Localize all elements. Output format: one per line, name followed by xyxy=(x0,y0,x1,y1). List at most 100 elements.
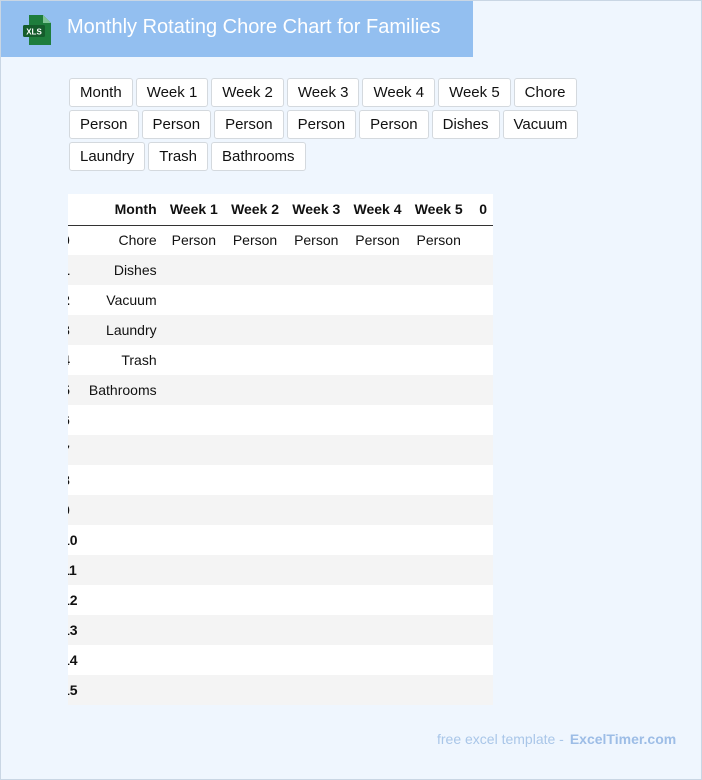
table-row: 4Trash xyxy=(68,345,493,375)
column-header: Week 1 xyxy=(162,194,224,226)
table-cell xyxy=(285,675,347,705)
row-label-cell xyxy=(79,435,163,465)
column-chip[interactable]: Person xyxy=(69,110,139,139)
table-cell xyxy=(346,375,408,405)
row-index: 3 xyxy=(68,315,80,345)
table-cell xyxy=(162,615,224,645)
column-header: Week 3 xyxy=(285,194,347,226)
index-header-cell xyxy=(68,194,80,226)
column-chip[interactable]: Week 5 xyxy=(438,78,511,107)
row-index: 15 xyxy=(68,675,80,705)
table-cell xyxy=(285,315,347,345)
table-cell xyxy=(223,675,286,705)
table-cell xyxy=(468,345,493,375)
table-cell xyxy=(407,495,469,525)
table-cell xyxy=(407,585,469,615)
table-cell xyxy=(407,525,469,555)
row-label-cell xyxy=(79,465,163,495)
column-chip[interactable]: Person xyxy=(214,110,284,139)
table-row: 9 xyxy=(68,495,493,525)
table-cell xyxy=(285,465,347,495)
row-label-cell: Chore xyxy=(79,225,163,255)
table-cell xyxy=(223,315,286,345)
row-index: 7 xyxy=(68,435,80,465)
xls-file-icon: XLS xyxy=(23,15,51,45)
table-cell xyxy=(162,555,224,585)
column-chip[interactable]: Week 4 xyxy=(362,78,436,107)
row-index: 1 xyxy=(68,255,80,285)
table-cell xyxy=(223,405,286,435)
row-index: 13 xyxy=(68,615,80,645)
row-label-cell: Vacuum xyxy=(79,285,163,315)
table-cell xyxy=(223,345,286,375)
table-cell xyxy=(346,465,408,495)
table-cell xyxy=(285,645,347,675)
column-chip-list: Month Week 1 Week 2 Week 3 Week 4 Week 5 Chore… xyxy=(69,78,649,171)
table-cell xyxy=(162,315,224,345)
table-cell xyxy=(285,495,347,525)
table-cell xyxy=(407,375,469,405)
column-chip[interactable]: Person xyxy=(286,110,357,139)
column-header: Month xyxy=(79,194,163,226)
table-cell xyxy=(346,645,408,675)
table-cell xyxy=(223,525,286,555)
table-cell xyxy=(346,435,408,465)
row-label-cell xyxy=(79,525,163,555)
table-cell xyxy=(285,255,347,285)
row-index: 6 xyxy=(68,405,80,435)
table-cell xyxy=(285,285,347,315)
column-header: Week 2 xyxy=(223,194,286,226)
table-row: 15 xyxy=(68,675,493,705)
column-chip[interactable]: Dishes xyxy=(431,110,500,139)
xls-icon-text: XLS xyxy=(26,28,42,37)
column-chip[interactable]: Trash xyxy=(148,142,209,171)
column-chip[interactable]: Chore xyxy=(513,78,577,107)
table-cell xyxy=(468,225,493,255)
table-cell xyxy=(162,255,224,285)
table-cell xyxy=(407,345,469,375)
row-label-cell xyxy=(79,585,163,615)
column-chip[interactable]: Vacuum xyxy=(502,110,579,139)
column-chip[interactable]: Month xyxy=(69,78,133,107)
column-chip[interactable]: Person xyxy=(359,110,429,139)
column-chip[interactable]: Person xyxy=(141,110,212,139)
table-cell xyxy=(162,465,224,495)
footer-brand-link[interactable]: ExcelTimer.com xyxy=(570,731,676,747)
row-index: 12 xyxy=(68,585,80,615)
column-header: Week 4 xyxy=(346,194,408,226)
table-cell xyxy=(162,345,224,375)
table-header-row: Month Week 1 Week 2 Week 3 Week 4 Week 50 xyxy=(68,194,493,226)
row-label-cell xyxy=(79,645,163,675)
row-label-cell xyxy=(79,675,163,705)
table-cell xyxy=(346,525,408,555)
table-cell xyxy=(285,615,347,645)
table-row: 7 xyxy=(68,435,493,465)
column-chip[interactable]: Week 2 xyxy=(211,78,284,107)
table-cell: Person xyxy=(162,225,224,255)
row-label-cell xyxy=(79,405,163,435)
column-header: Week 5 xyxy=(407,194,469,226)
column-chip[interactable]: Week 1 xyxy=(135,78,209,107)
table-cell xyxy=(468,555,493,585)
row-label-cell: Trash xyxy=(79,345,163,375)
table-cell xyxy=(346,405,408,435)
column-chip[interactable]: Bathrooms xyxy=(211,142,306,171)
table-row: 12 xyxy=(68,585,493,615)
table-cell xyxy=(223,465,286,495)
table-cell xyxy=(223,255,286,285)
table-cell xyxy=(285,585,347,615)
table-cell xyxy=(468,675,493,705)
row-index: 2 xyxy=(68,285,80,315)
row-label-cell: Laundry xyxy=(79,315,163,345)
row-index: 8 xyxy=(68,465,80,495)
table-cell xyxy=(285,375,347,405)
column-chip[interactable]: Week 3 xyxy=(286,78,360,107)
row-label-cell: Dishes xyxy=(79,255,163,285)
table-cell: Person xyxy=(285,225,347,255)
table-cell xyxy=(346,255,408,285)
table-row: 11 xyxy=(68,555,493,585)
table-cell: Person xyxy=(407,225,469,255)
table-cell xyxy=(223,555,286,585)
column-chip[interactable]: Laundry xyxy=(69,142,146,171)
row-label-cell xyxy=(79,615,163,645)
